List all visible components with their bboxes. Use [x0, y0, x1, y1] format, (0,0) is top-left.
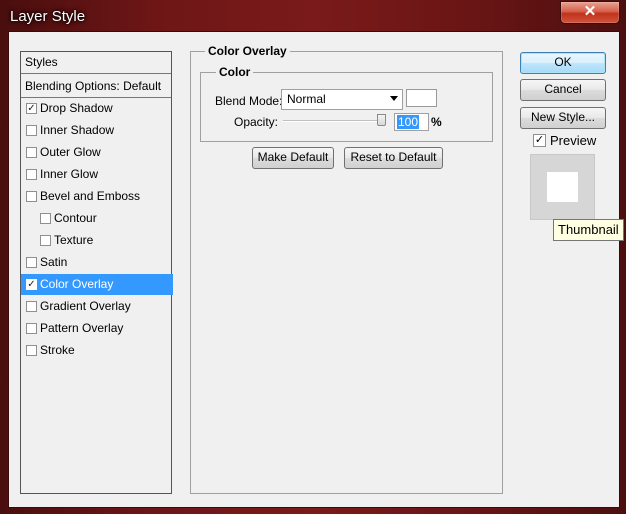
blending-options-item[interactable]: Blending Options: Default	[21, 76, 171, 98]
thumbnail-tooltip: Thumbnail	[553, 219, 624, 241]
close-icon: ✕	[583, 3, 597, 20]
close-button[interactable]: ✕	[560, 1, 620, 24]
opacity-slider-thumb[interactable]	[377, 114, 386, 126]
preview-label: Preview	[550, 133, 597, 148]
style-item-label: Color Overlay	[40, 277, 114, 291]
opacity-input[interactable]: 100	[394, 113, 429, 131]
style-checkbox[interactable]	[26, 147, 37, 158]
style-item[interactable]: Outer Glow	[21, 142, 173, 163]
style-checkbox[interactable]	[26, 125, 37, 136]
reset-default-button[interactable]: Reset to Default	[344, 147, 443, 169]
preview-checkbox[interactable]: ✓	[533, 134, 546, 147]
preview-thumbnail	[530, 154, 595, 220]
style-checkbox[interactable]	[26, 345, 37, 356]
dialog-body: Styles Blending Options: Default ✓ Drop S…	[8, 31, 624, 508]
style-item[interactable]: Texture	[21, 230, 173, 251]
style-item-label: Inner Glow	[40, 167, 99, 181]
opacity-slider-track[interactable]	[283, 120, 386, 122]
overlay-color-swatch[interactable]	[406, 89, 437, 107]
make-default-button[interactable]: Make Default	[252, 147, 334, 169]
style-item[interactable]: Pattern Overlay	[21, 318, 173, 339]
window-frame: Layer Style ✕ Styles Blending Options: D…	[0, 0, 626, 514]
opacity-label: Opacity:	[234, 115, 279, 129]
opacity-unit: %	[431, 115, 442, 129]
title-bar[interactable]: Layer Style ✕	[0, 0, 626, 34]
blend-mode-select[interactable]: Normal	[281, 89, 403, 110]
style-item-label: Satin	[40, 255, 68, 269]
style-checkbox[interactable]	[26, 169, 37, 180]
new-style-button[interactable]: New Style...	[520, 107, 606, 129]
style-checkbox[interactable]	[26, 323, 37, 334]
style-item[interactable]: Bevel and Emboss	[21, 186, 173, 207]
cancel-button[interactable]: Cancel	[520, 79, 606, 101]
style-checkbox[interactable]	[26, 257, 37, 268]
preview-swatch	[547, 172, 578, 202]
style-item[interactable]: Stroke	[21, 340, 173, 361]
style-item-label: Contour	[54, 211, 97, 225]
style-item-label: Outer Glow	[40, 145, 101, 159]
style-item[interactable]: Contour	[21, 208, 173, 229]
chevron-down-icon	[390, 96, 398, 101]
blend-mode-value: Normal	[287, 92, 326, 106]
style-item[interactable]: Inner Glow	[21, 164, 173, 185]
blend-mode-label: Blend Mode:	[215, 94, 283, 108]
style-item[interactable]: Gradient Overlay	[21, 296, 173, 317]
styles-list: Styles Blending Options: Default ✓ Drop S…	[20, 51, 173, 494]
style-item-label: Drop Shadow	[40, 101, 113, 115]
style-item[interactable]: Inner Shadow	[21, 120, 173, 141]
color-group-title: Color	[216, 65, 254, 79]
styles-header[interactable]: Styles	[21, 52, 171, 74]
style-item-label: Stroke	[40, 343, 75, 357]
style-checkbox[interactable]	[26, 301, 37, 312]
style-checkbox[interactable]: ✓	[26, 279, 37, 290]
style-item-label: Texture	[54, 233, 94, 247]
window-title: Layer Style	[10, 8, 86, 25]
style-item[interactable]: ✓ Color Overlay	[21, 274, 173, 295]
style-item-label: Gradient Overlay	[40, 299, 131, 313]
opacity-value: 100	[397, 115, 420, 129]
style-item[interactable]: Satin	[21, 252, 173, 273]
ok-button[interactable]: OK	[520, 52, 606, 74]
style-checkbox[interactable]	[40, 235, 51, 246]
section-title: Color Overlay	[205, 44, 290, 58]
style-item-label: Bevel and Emboss	[40, 189, 141, 203]
style-item-label: Pattern Overlay	[40, 321, 124, 335]
style-checkbox[interactable]	[40, 213, 51, 224]
style-item-label: Inner Shadow	[40, 123, 115, 137]
style-checkbox[interactable]: ✓	[26, 103, 37, 114]
style-item[interactable]: ✓ Drop Shadow	[21, 98, 173, 119]
style-checkbox[interactable]	[26, 191, 37, 202]
